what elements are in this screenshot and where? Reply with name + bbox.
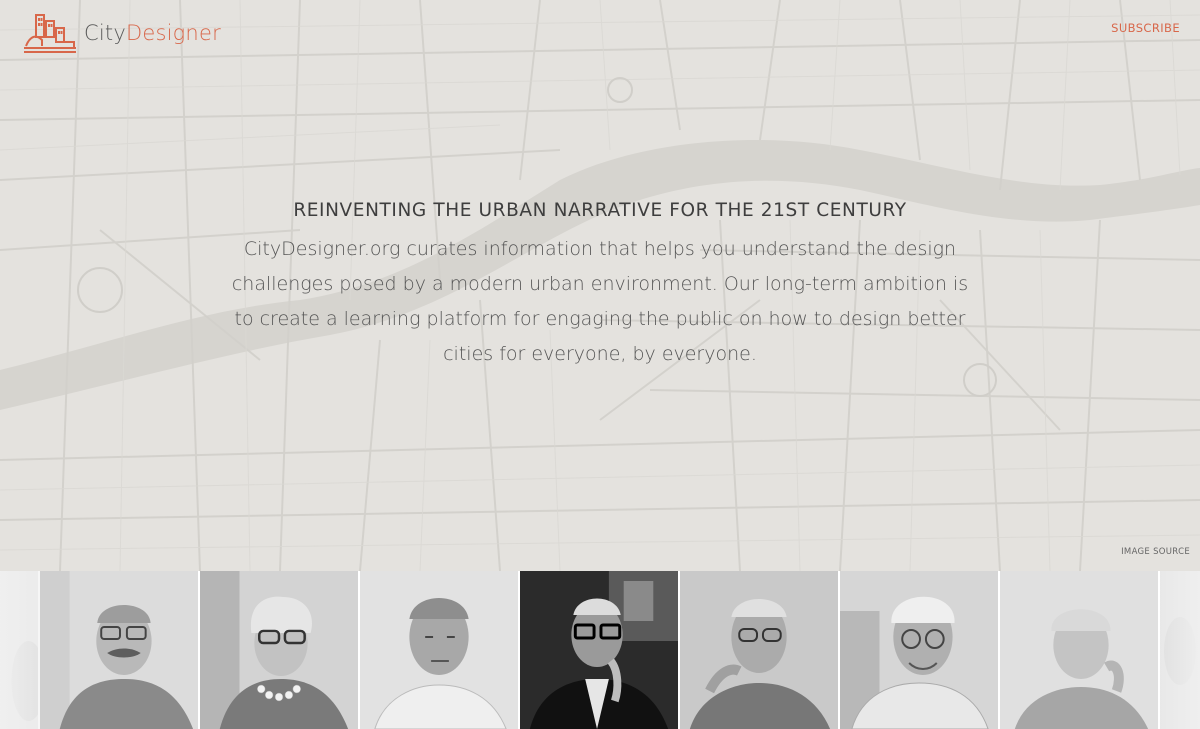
page-title: REINVENTING THE URBAN NARRATIVE FOR THE … bbox=[293, 200, 907, 221]
portrait-image bbox=[1000, 571, 1158, 729]
portrait-image bbox=[40, 571, 198, 729]
portrait-card[interactable] bbox=[360, 571, 520, 729]
portrait-card[interactable] bbox=[1000, 571, 1160, 729]
logo-designer-text: Designer bbox=[125, 21, 221, 45]
portrait-image bbox=[360, 571, 518, 729]
logo-wordmark: CityDesigner bbox=[84, 21, 221, 45]
strip-fade-left bbox=[0, 571, 40, 729]
city-skyline-logo-icon bbox=[24, 14, 76, 53]
intro-description: CityDesigner.org curates information tha… bbox=[231, 238, 969, 365]
hero-section: CityDesigner SUBSCRIBE REINVENTING THE U… bbox=[0, 0, 1200, 571]
portrait-image bbox=[200, 571, 358, 729]
portrait-image bbox=[680, 571, 838, 729]
subscribe-link[interactable]: SUBSCRIBE bbox=[1111, 21, 1180, 35]
portrait-card[interactable] bbox=[520, 571, 680, 729]
strip-fade-right bbox=[1160, 571, 1200, 729]
portrait-card[interactable] bbox=[40, 571, 200, 729]
portrait-image bbox=[520, 571, 678, 729]
image-source-link[interactable]: IMAGE SOURCE bbox=[1121, 547, 1190, 557]
portrait-card[interactable] bbox=[840, 571, 1000, 729]
portrait-strip bbox=[0, 571, 1200, 729]
portrait-card[interactable] bbox=[680, 571, 840, 729]
site-header: CityDesigner SUBSCRIBE bbox=[0, 0, 1200, 70]
logo-link[interactable]: CityDesigner bbox=[22, 12, 221, 54]
portrait-image bbox=[840, 571, 998, 729]
logo-city-text: City bbox=[84, 21, 126, 45]
intro-block: REINVENTING THE URBAN NARRATIVE FOR THE … bbox=[200, 200, 1000, 372]
portrait-card[interactable] bbox=[200, 571, 360, 729]
